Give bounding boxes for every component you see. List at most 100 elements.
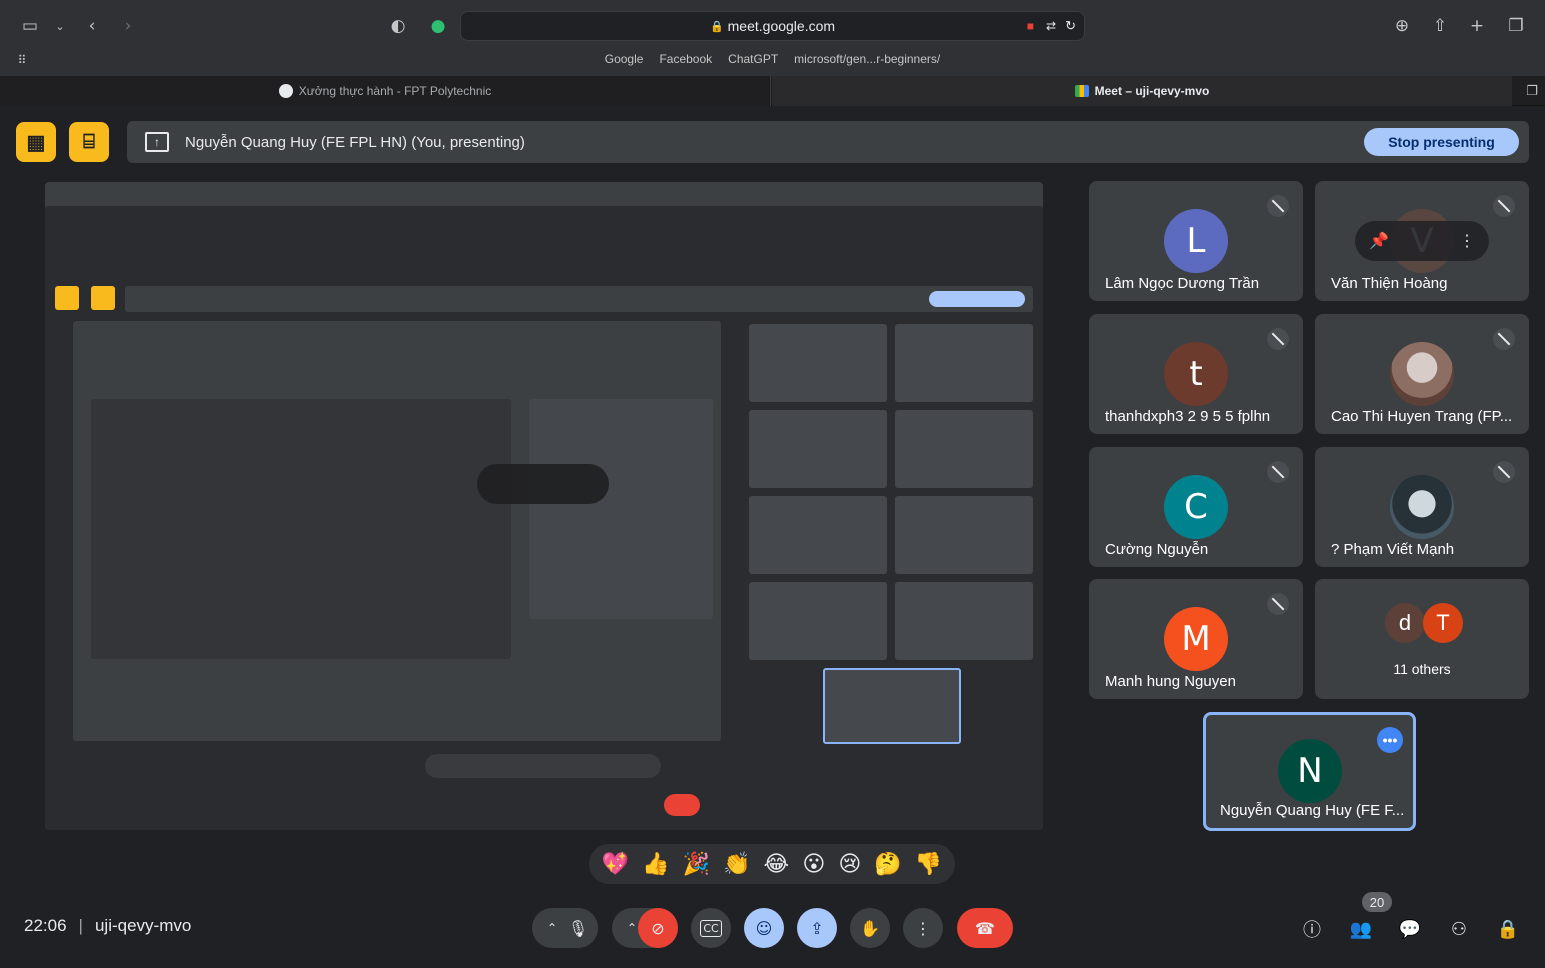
participant-tile[interactable]: ? Phạm Viết Mạnh xyxy=(1315,447,1529,567)
mic-off-icon xyxy=(1267,328,1289,350)
meeting-info: 22:06 | uji-qevy-mvo xyxy=(24,916,191,936)
more-options-button[interactable]: ⋮ xyxy=(903,908,943,948)
participant-tile[interactable]: C Cường Nguyễn xyxy=(1089,447,1303,567)
participant-name: ? Phạm Viết Mạnh xyxy=(1331,541,1455,558)
people-icon[interactable]: 👥 xyxy=(1348,916,1374,942)
presenting-bar: ↑ Nguyễn Quang Huy (FE FPL HN) (You, pre… xyxy=(127,121,1529,163)
reaction-clap[interactable]: 👏 xyxy=(723,852,750,877)
mirror-screen xyxy=(73,321,721,741)
chevron-down-icon[interactable]: ⌄ xyxy=(48,14,72,38)
mirror-tile xyxy=(895,324,1033,402)
bookmarks-bar: Google Facebook ChatGPT microsoft/gen...… xyxy=(0,52,1545,72)
participant-tile[interactable]: t thanhdxph3 2 9 5 5 fplhn xyxy=(1089,314,1303,434)
participant-name: Cường Nguyễn xyxy=(1105,541,1209,558)
share-icon[interactable]: ⇧ xyxy=(1428,14,1452,38)
meet-favicon-icon xyxy=(1074,85,1089,97)
bookmark-item[interactable]: microsoft/gen...r-beginners/ xyxy=(794,52,940,72)
reaction-thinking[interactable]: 🤔 xyxy=(874,852,901,877)
bottom-bar: 22:06 | uji-qevy-mvo ⌃ 🎙 ⌃ ⊘ CC ☺ ⇪ ✋ ⋮ … xyxy=(0,892,1545,968)
more-options-icon[interactable]: ••• xyxy=(1377,727,1403,753)
reaction-party[interactable]: 🎉 xyxy=(683,852,710,877)
reload-icon[interactable]: ↻ xyxy=(1065,18,1076,34)
participant-tile[interactable]: V 📌 ⋮ Văn Thiện Hoàng xyxy=(1315,181,1529,301)
mirror-self-tile xyxy=(823,668,961,744)
others-tile[interactable]: d T 11 others xyxy=(1315,579,1529,699)
raise-hand-button[interactable]: ✋ xyxy=(850,908,890,948)
captions-button[interactable]: CC xyxy=(691,908,731,948)
end-call-icon: ☎ xyxy=(975,918,995,938)
meet-main: ▦ ⌸ ↑ Nguyễn Quang Huy (FE FPL HN) (You,… xyxy=(0,106,1545,968)
back-icon[interactable]: ‹ xyxy=(80,14,104,38)
present-button[interactable]: ⇪ xyxy=(797,908,837,948)
mirror-tiles xyxy=(529,399,713,619)
participant-tile[interactable]: M Manh hung Nguyen xyxy=(1089,579,1303,699)
leave-call-button[interactable]: ☎ xyxy=(957,908,1013,948)
more-options-icon[interactable]: ⋮ xyxy=(1459,231,1475,251)
tab-fpt[interactable]: Xưởng thực hành - FPT Polytechnic xyxy=(0,76,771,106)
reaction-sad[interactable]: 😢 xyxy=(838,852,861,877)
reaction-thumbs-down[interactable]: 👎 xyxy=(915,852,942,877)
layout-button[interactable]: ⌸ xyxy=(69,122,109,162)
avatar-photo xyxy=(1390,342,1454,406)
tab-overview-icon[interactable]: ❐ xyxy=(1504,14,1528,38)
sidebar-toggle-icon[interactable]: ▭ xyxy=(18,14,42,38)
camera-indicator-icon[interactable]: ■ xyxy=(1027,19,1034,33)
participant-name: Cao Thi Huyen Trang (FP... xyxy=(1331,408,1513,425)
emoji-icon: ☺ xyxy=(755,918,773,938)
bookmark-item[interactable]: ChatGPT xyxy=(728,52,778,72)
mic-off-icon xyxy=(1267,195,1289,217)
participant-tile[interactable]: Cao Thi Huyen Trang (FP... xyxy=(1315,314,1529,434)
mirror-tile xyxy=(749,496,887,574)
microphone-icon: 🎙 xyxy=(567,918,589,938)
bookmark-item[interactable]: Facebook xyxy=(659,52,712,72)
host-controls-icon[interactable]: 🔒 xyxy=(1495,916,1521,942)
new-tab-icon[interactable]: + xyxy=(1465,14,1489,38)
present-screen-icon: ↑ xyxy=(145,132,169,152)
mirror-ybtn xyxy=(55,286,79,310)
tab-label: Xưởng thực hành - FPT Polytechnic xyxy=(298,84,492,98)
download-icon[interactable]: ⊕ xyxy=(1390,14,1414,38)
tab-overview-icon[interactable]: ❐ xyxy=(1520,79,1544,103)
camera-button[interactable]: ⊘ xyxy=(638,908,678,948)
avatar: M xyxy=(1164,607,1228,671)
reaction-heart[interactable]: 💖 xyxy=(602,852,629,877)
clock-time: 22:06 xyxy=(24,916,67,935)
extension-icon[interactable]: ● xyxy=(426,14,450,38)
address-bar[interactable]: 🔒 meet.google.com ■ ⇄ ↻ xyxy=(460,11,1085,41)
activities-icon[interactable]: ⚇ xyxy=(1446,916,1472,942)
tab-strip: Xưởng thực hành - FPT Polytechnic Meet –… xyxy=(0,76,1545,106)
avatar: t xyxy=(1164,342,1228,406)
reaction-thumbs-up[interactable]: 👍 xyxy=(642,852,669,877)
participant-count-badge: 20 xyxy=(1362,892,1392,912)
shield-icon[interactable]: ◐ xyxy=(386,14,410,38)
forward-icon[interactable]: › xyxy=(116,14,140,38)
reaction-laugh[interactable]: 😂 xyxy=(764,852,790,877)
bookmark-item[interactable]: Google xyxy=(605,52,644,72)
mic-button[interactable]: 🎙 xyxy=(558,908,598,948)
mirror-end-call xyxy=(664,794,700,816)
tab-meet[interactable]: Meet – uji-qevy-mvo xyxy=(772,76,1512,106)
hide-self-view-button[interactable]: ▦ xyxy=(16,122,56,162)
participant-name: Lâm Ngọc Dương Trần xyxy=(1105,275,1260,292)
avatar: L xyxy=(1164,209,1228,273)
avatar: T xyxy=(1423,603,1463,643)
reaction-surprised[interactable]: 😮 xyxy=(802,852,825,877)
pin-icon[interactable]: 📌 xyxy=(1369,231,1389,251)
mirror-tile xyxy=(895,496,1033,574)
mirror-layer-1 xyxy=(45,206,1043,830)
meeting-details-icon[interactable]: ⓘ xyxy=(1299,916,1325,942)
avatar: C xyxy=(1164,475,1228,539)
more-vert-icon: ⋮ xyxy=(915,918,931,938)
chat-icon[interactable]: 💬 xyxy=(1397,916,1423,942)
participant-name: Nguyễn Quang Huy (FE F... xyxy=(1220,802,1405,819)
mirror-overlay-controls xyxy=(477,464,609,504)
stop-presenting-button[interactable]: Stop presenting xyxy=(1364,128,1519,156)
mirror-stop xyxy=(929,291,1025,307)
mirror-tile xyxy=(749,410,887,488)
self-tile[interactable]: N ••• Nguyễn Quang Huy (FE F... xyxy=(1203,712,1416,831)
reactions-button[interactable]: ☺ xyxy=(744,908,784,948)
mirror-presbar xyxy=(125,286,1033,312)
participant-tile[interactable]: L Lâm Ngọc Dương Trần xyxy=(1089,181,1303,301)
translate-icon[interactable]: ⇄ xyxy=(1046,19,1056,33)
divider: | xyxy=(78,916,83,935)
